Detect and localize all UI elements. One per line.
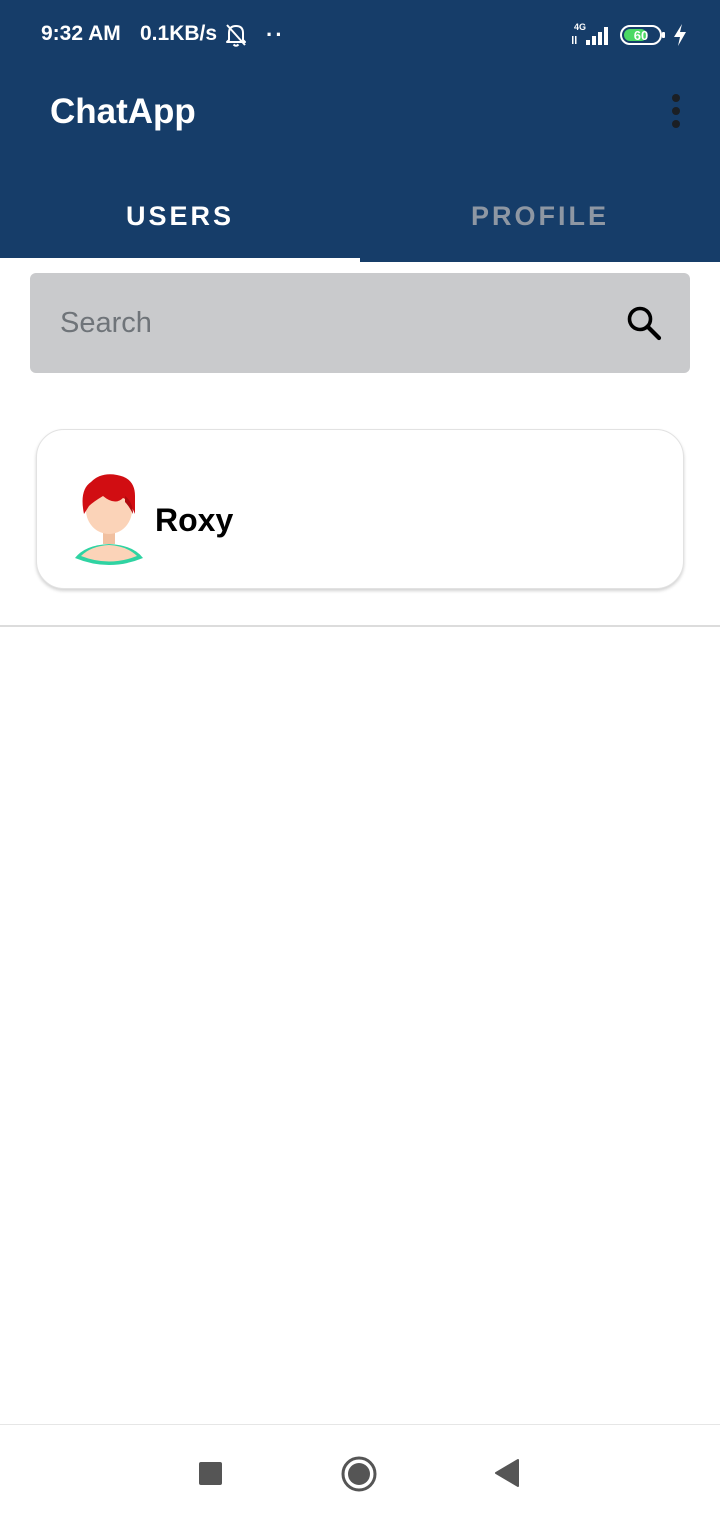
back-icon[interactable]	[494, 1458, 520, 1488]
battery-icon: 60	[620, 25, 665, 45]
app-bar: 9:32 AM 0.1KB/s ·· 4G 60 ChatApp USERS P…	[0, 0, 720, 262]
network-type-label: 4G	[574, 22, 586, 32]
status-notification-dots: ··	[266, 22, 285, 47]
tab-profile[interactable]: PROFILE	[360, 180, 720, 262]
tab-indicator	[0, 258, 360, 262]
tab-users[interactable]: USERS	[0, 180, 360, 262]
search-bar[interactable]: Search	[30, 273, 690, 373]
charging-icon	[674, 24, 686, 46]
recent-apps-icon[interactable]	[199, 1462, 222, 1485]
battery-level-label: 60	[634, 28, 648, 43]
list-divider	[0, 625, 720, 627]
app-title: ChatApp	[50, 92, 196, 131]
bell-off-icon	[226, 24, 246, 47]
status-bar: 9:32 AM 0.1KB/s ·· 4G 60	[0, 0, 720, 70]
more-vert-icon[interactable]	[664, 92, 688, 132]
home-icon[interactable]	[340, 1455, 378, 1493]
user-list-item[interactable]: Roxy	[36, 429, 684, 589]
status-time: 9:32 AM	[41, 22, 121, 45]
search-icon[interactable]	[626, 305, 662, 341]
system-nav-bar	[0, 1424, 720, 1521]
avatar	[75, 474, 143, 565]
signal-icon: 4G	[572, 22, 608, 45]
search-input[interactable]: Search	[60, 307, 152, 340]
user-name: Roxy	[155, 502, 234, 538]
status-network-speed: 0.1KB/s	[140, 22, 218, 45]
